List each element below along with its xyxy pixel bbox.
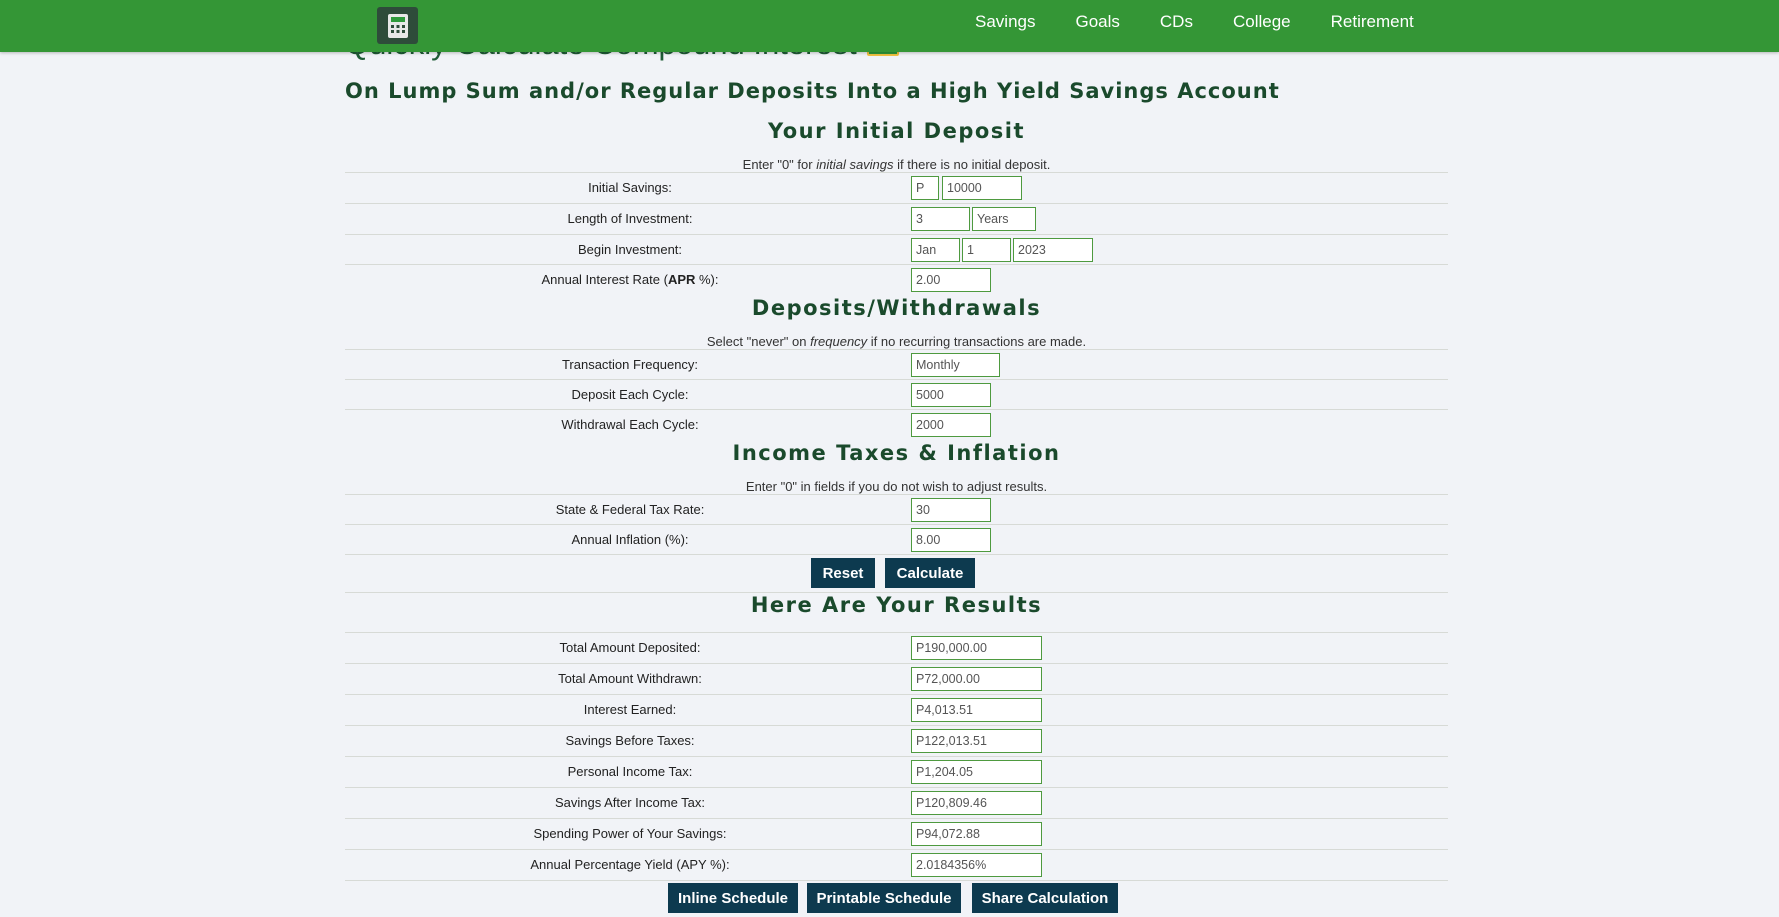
tax-row: State & Federal Tax Rate: 30	[345, 494, 1448, 525]
result-label: Total Amount Deposited:	[559, 640, 701, 655]
top-navbar: Savings Goals CDs College Retirement	[0, 0, 1779, 52]
result-value-field[interactable]: P72,000.00	[911, 667, 1042, 691]
nav-goals[interactable]: Goals	[1075, 12, 1119, 32]
nav-college[interactable]: College	[1233, 12, 1291, 32]
calculator-logo-icon[interactable]	[377, 7, 418, 44]
result-row: Savings Before Taxes: P122,013.51	[345, 725, 1448, 756]
begin-row: Begin Investment: Jan 1 2023	[345, 234, 1448, 265]
result-row: Total Amount Withdrawn: P72,000.00	[345, 663, 1448, 694]
nav-links: Savings Goals CDs College Retirement	[975, 0, 1454, 44]
inflation-label: Annual Inflation (%):	[571, 532, 689, 547]
rate-row: Annual Interest Rate (APR %): 2.00	[345, 264, 1448, 295]
result-label: Savings After Income Tax:	[554, 795, 706, 810]
result-value-field[interactable]: P122,013.51	[911, 729, 1042, 753]
results-divider	[345, 880, 1448, 881]
nav-savings[interactable]: Savings	[975, 12, 1035, 32]
initial-savings-row: Initial Savings: P 10000	[345, 172, 1448, 203]
withdrawal-row: Withdrawal Each Cycle: 2000	[345, 409, 1448, 440]
tax-label: State & Federal Tax Rate:	[555, 502, 705, 517]
withdrawal-label: Withdrawal Each Cycle:	[561, 417, 699, 432]
result-label: Total Amount Withdrawn:	[558, 671, 702, 686]
length-input[interactable]: 3	[911, 207, 970, 231]
inflation-input[interactable]: 8.00	[911, 528, 991, 552]
begin-label: Begin Investment:	[577, 242, 683, 257]
result-label: Spending Power of Your Savings:	[533, 826, 727, 841]
frequency-row: Transaction Frequency: Monthly	[345, 349, 1448, 380]
result-row: Total Amount Deposited: P190,000.00	[345, 632, 1448, 663]
begin-day-select[interactable]: 1	[962, 238, 1011, 262]
calculate-button[interactable]: Calculate	[885, 558, 975, 588]
initial-deposit-heading: Your Initial Deposit	[767, 119, 1026, 143]
rate-input[interactable]: 2.00	[911, 268, 991, 292]
initial-savings-input[interactable]: 10000	[942, 176, 1022, 200]
result-label: Personal Income Tax:	[567, 764, 693, 779]
tax-input[interactable]: 30	[911, 498, 991, 522]
inline-schedule-button[interactable]: Inline Schedule	[668, 883, 798, 913]
page-subtitle: On Lump Sum and/or Regular Deposits Into…	[345, 79, 1280, 103]
result-value-field[interactable]: 2.0184356%	[911, 853, 1042, 877]
taxes-note: Enter "0" in fields if you do not wish t…	[745, 479, 1048, 494]
result-value-field[interactable]: P120,809.46	[911, 791, 1042, 815]
frequency-label: Transaction Frequency:	[561, 357, 699, 372]
deposits-heading: Deposits/Withdrawals	[751, 296, 1042, 320]
length-unit-select[interactable]: Years	[972, 207, 1036, 231]
length-label: Length of Investment:	[567, 211, 693, 226]
result-label: Savings Before Taxes:	[565, 733, 695, 748]
deposit-row: Deposit Each Cycle: 5000	[345, 379, 1448, 410]
results-heading: Here Are Your Results	[345, 592, 1448, 617]
action-buttons-row: Reset Calculate	[345, 554, 1448, 591]
inflation-row: Annual Inflation (%): 8.00	[345, 524, 1448, 555]
begin-year-input[interactable]: 2023	[1013, 238, 1093, 262]
result-row: Annual Percentage Yield (APY %): 2.018435…	[345, 849, 1448, 880]
currency-select[interactable]: P	[911, 176, 939, 200]
reset-button[interactable]: Reset	[811, 558, 875, 588]
deposit-label: Deposit Each Cycle:	[571, 387, 689, 402]
initial-deposit-note: Enter "0" for initial savings if there i…	[742, 157, 1051, 172]
deposit-input[interactable]: 5000	[911, 383, 991, 407]
nav-cds[interactable]: CDs	[1160, 12, 1193, 32]
deposits-note: Select "never" on frequency if no recurr…	[706, 334, 1087, 349]
result-value-field[interactable]: P4,013.51	[911, 698, 1042, 722]
frequency-select[interactable]: Monthly	[911, 353, 1000, 377]
printable-schedule-button[interactable]: Printable Schedule	[807, 883, 961, 913]
taxes-heading: Income Taxes & Inflation	[732, 441, 1061, 465]
result-row: Personal Income Tax: P1,204.05	[345, 756, 1448, 787]
result-row: Interest Earned: P4,013.51	[345, 694, 1448, 725]
withdrawal-input[interactable]: 2000	[911, 413, 991, 437]
begin-month-select[interactable]: Jan	[911, 238, 960, 262]
result-value-field[interactable]: P190,000.00	[911, 636, 1042, 660]
result-row: Savings After Income Tax: P120,809.46	[345, 787, 1448, 818]
nav-retirement[interactable]: Retirement	[1331, 12, 1414, 32]
initial-savings-label: Initial Savings:	[588, 180, 672, 195]
result-row: Spending Power of Your Savings: P94,072.8…	[345, 818, 1448, 849]
share-calculation-button[interactable]: Share Calculation	[972, 883, 1118, 913]
length-row: Length of Investment: 3 Years	[345, 203, 1448, 234]
result-label: Annual Percentage Yield (APY %):	[530, 857, 730, 872]
result-value-field[interactable]: P1,204.05	[911, 760, 1042, 784]
result-value-field[interactable]: P94,072.88	[911, 822, 1042, 846]
result-label: Interest Earned:	[583, 702, 677, 717]
rate-label: Annual Interest Rate (APR %):	[541, 272, 719, 287]
